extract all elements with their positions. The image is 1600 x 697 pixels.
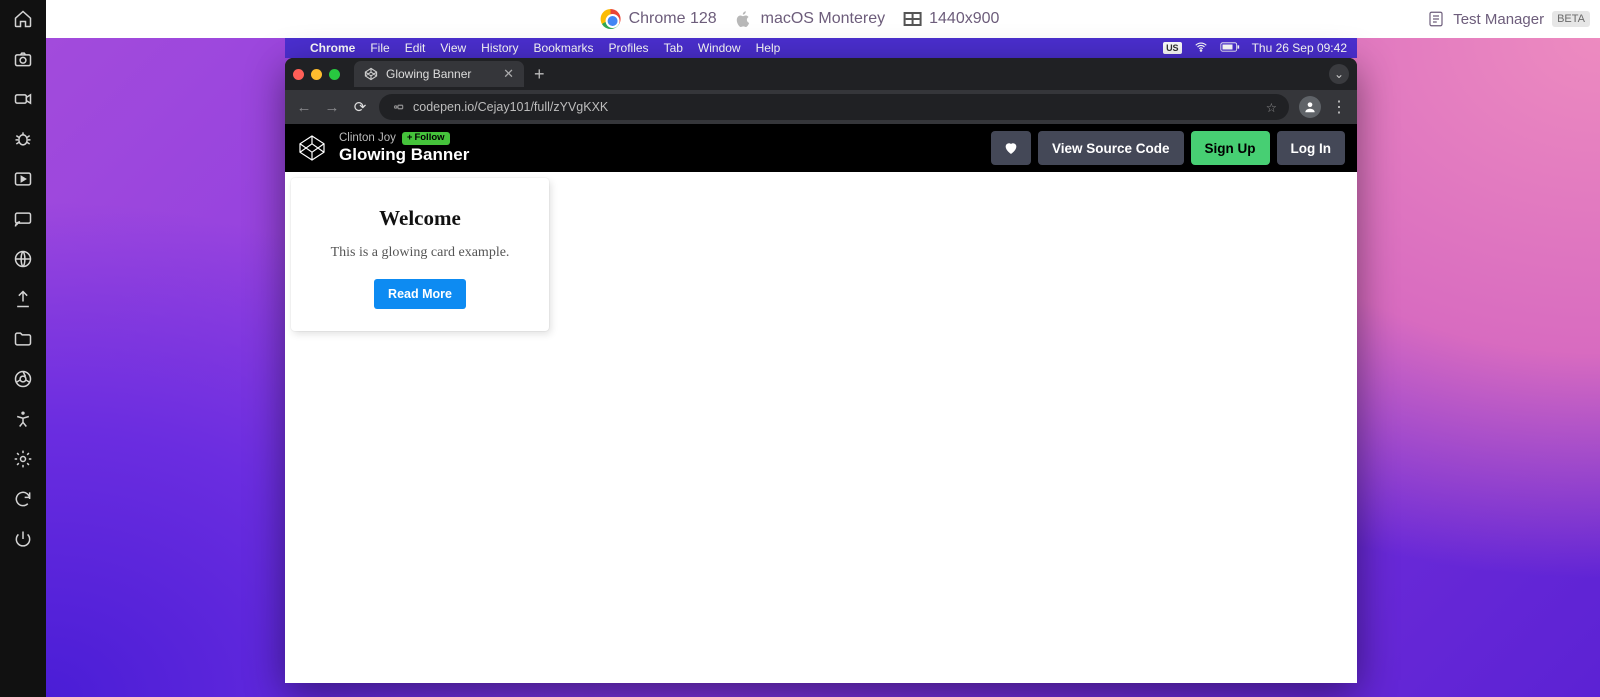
menubar-item-file[interactable]: File (370, 41, 389, 55)
os-label: macOS Monterey (761, 10, 885, 28)
resolution-info: 1440x900 (903, 10, 999, 28)
window-controls (293, 69, 340, 80)
beta-badge: BETA (1552, 11, 1590, 27)
pen-result-frame: Welcome This is a glowing card example. … (285, 172, 1357, 683)
card-heading: Welcome (301, 206, 539, 231)
chrome-icon (601, 9, 621, 29)
testrunner-left-rail (0, 0, 46, 697)
accessibility-icon[interactable] (12, 408, 34, 430)
pen-author[interactable]: Clinton Joy (339, 132, 396, 145)
url-text: codepen.io/Cejay101/full/zYVgKXK (413, 100, 608, 114)
resolution-icon (903, 12, 921, 26)
address-bar[interactable]: codepen.io/Cejay101/full/zYVgKXK ☆ (379, 94, 1289, 120)
window-close-button[interactable] (293, 69, 304, 80)
profile-avatar[interactable] (1299, 96, 1321, 118)
menubar-item-bookmarks[interactable]: Bookmarks (534, 41, 594, 55)
forward-button[interactable]: → (323, 99, 341, 116)
input-source-indicator[interactable]: US (1163, 42, 1182, 54)
follow-button[interactable]: + Follow (402, 132, 450, 145)
test-manager-label[interactable]: Test Manager (1453, 11, 1544, 28)
view-source-button[interactable]: View Source Code (1038, 131, 1184, 165)
menubar-item-help[interactable]: Help (756, 41, 781, 55)
menubar-item-edit[interactable]: Edit (405, 41, 426, 55)
browser-label: Chrome 128 (629, 10, 717, 28)
chrome-tabstrip: Glowing Banner ✕ + ⌄ (285, 58, 1357, 90)
menubar-app-name[interactable]: Chrome (310, 41, 355, 55)
test-manager-icon (1427, 10, 1445, 28)
plus-icon: + (407, 133, 413, 144)
bug-icon[interactable] (12, 128, 34, 150)
glowing-card: Welcome This is a glowing card example. … (291, 178, 549, 331)
wifi-icon[interactable] (1194, 40, 1208, 57)
bookmark-star-icon[interactable]: ☆ (1266, 100, 1277, 115)
browser-tab[interactable]: Glowing Banner ✕ (354, 61, 524, 87)
sync-icon[interactable] (12, 488, 34, 510)
pen-title: Glowing Banner (339, 145, 469, 165)
new-tab-button[interactable]: + (534, 64, 545, 85)
play-window-icon[interactable] (12, 168, 34, 190)
menubar-item-tab[interactable]: Tab (664, 41, 683, 55)
love-button[interactable] (991, 131, 1031, 165)
chrome-menu-button[interactable]: ⋮ (1331, 97, 1347, 117)
menubar-item-window[interactable]: Window (698, 41, 741, 55)
chrome-window: Glowing Banner ✕ + ⌄ ← → ⟳ codepen.io/Ce… (285, 58, 1357, 683)
codepen-favicon-icon (364, 67, 378, 81)
apple-icon (735, 10, 753, 28)
chrome-toolbar: ← → ⟳ codepen.io/Cejay101/full/zYVgKXK ☆… (285, 90, 1357, 124)
menubar-item-profiles[interactable]: Profiles (609, 41, 649, 55)
globe-icon[interactable] (12, 248, 34, 270)
os-info: macOS Monterey (735, 10, 885, 28)
settings-icon[interactable] (12, 448, 34, 470)
follow-label: Follow (414, 133, 444, 144)
window-zoom-button[interactable] (329, 69, 340, 80)
power-icon[interactable] (12, 528, 34, 550)
tab-title: Glowing Banner (386, 67, 471, 81)
browser-info: Chrome 128 (601, 9, 717, 29)
menubar-item-history[interactable]: History (481, 41, 518, 55)
home-icon[interactable] (12, 8, 34, 30)
signup-button[interactable]: Sign Up (1191, 131, 1270, 165)
reload-button[interactable]: ⟳ (351, 98, 369, 116)
menubar-clock[interactable]: Thu 26 Sep 09:42 (1252, 41, 1347, 55)
card-body-text: This is a glowing card example. (301, 245, 539, 261)
folder-icon[interactable] (12, 328, 34, 350)
tab-search-button[interactable]: ⌄ (1329, 64, 1349, 84)
pen-meta: Clinton Joy + Follow Glowing Banner (339, 132, 469, 165)
resolution-label: 1440x900 (929, 10, 999, 28)
screencast-icon[interactable] (12, 208, 34, 230)
tab-close-button[interactable]: ✕ (503, 66, 514, 82)
battery-icon[interactable] (1220, 41, 1240, 56)
codepen-header: Clinton Joy + Follow Glowing Banner View… (285, 124, 1357, 172)
login-button[interactable]: Log In (1277, 131, 1346, 165)
camera-icon[interactable] (12, 48, 34, 70)
macos-menubar: Chrome File Edit View History Bookmarks … (285, 38, 1357, 58)
window-minimize-button[interactable] (311, 69, 322, 80)
video-icon[interactable] (12, 88, 34, 110)
codepen-logo-icon[interactable] (297, 133, 327, 163)
chrome-outline-icon[interactable] (12, 368, 34, 390)
read-more-button[interactable]: Read More (374, 279, 466, 309)
testrunner-top-bar: Chrome 128 macOS Monterey 1440x900 Test … (0, 0, 1600, 38)
upload-icon[interactable] (12, 288, 34, 310)
back-button[interactable]: ← (295, 99, 313, 116)
site-info-icon[interactable] (391, 100, 405, 114)
menubar-item-view[interactable]: View (440, 41, 466, 55)
